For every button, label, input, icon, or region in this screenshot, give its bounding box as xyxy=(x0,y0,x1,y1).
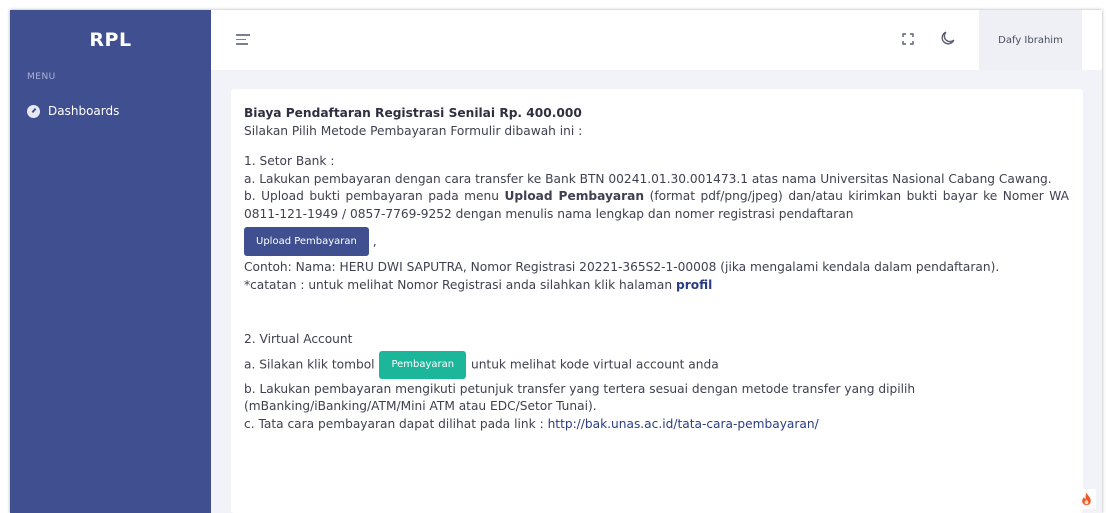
moon-icon[interactable] xyxy=(940,30,956,46)
note-text: *catatan : untuk melihat Nomor Registras… xyxy=(244,277,1069,295)
va-step-a-prefix: a. Silakan klik tombol xyxy=(244,357,379,372)
intro-text: Silakan Pilih Metode Pembayaran Formulir… xyxy=(244,123,583,138)
upload-button-row: Upload Pembayaran , xyxy=(244,224,1069,260)
example-text: Contoh: Nama: HERU DWI SAPUTRA, Nomor Re… xyxy=(244,260,1000,275)
page-title: Biaya Pendaftaran Registrasi Senilai Rp.… xyxy=(244,106,582,120)
profile-link[interactable]: profil xyxy=(676,278,712,292)
payment-button[interactable]: Pembayaran xyxy=(379,350,467,379)
bank-step-b-prefix: b. Upload bukti pembayaran pada menu xyxy=(244,189,505,204)
menu-section-label: MENU xyxy=(27,72,56,82)
va-heading: 2. Virtual Account xyxy=(244,332,353,347)
note-prefix: *catatan : untuk melihat Nomor Registras… xyxy=(244,277,676,292)
topbar: Dafy Ibrahim xyxy=(211,10,1102,70)
va-step-b: b. Lakukan pembayaran mengikuti petunjuk… xyxy=(244,381,916,414)
upload-menu-name: Upload Pembayaran xyxy=(504,189,645,204)
sidebar: RPL MENU Dashboards xyxy=(10,10,211,513)
bank-step-b: b. Upload bukti pembayaran pada menu Upl… xyxy=(244,188,1069,223)
hamburger-menu-icon[interactable] xyxy=(236,34,250,48)
va-step-c-prefix: c. Tata cara pembayaran dapat dilihat pa… xyxy=(244,416,548,431)
fullscreen-icon[interactable] xyxy=(902,33,914,45)
va-step-c: c. Tata cara pembayaran dapat dilihat pa… xyxy=(244,416,1069,434)
va-step-a-suffix: untuk melihat kode virtual account anda xyxy=(467,357,719,372)
fire-icon[interactable] xyxy=(1076,489,1096,509)
brand-logo[interactable]: RPL xyxy=(10,10,211,70)
payment-guide-link[interactable]: http://bak.unas.ac.id/tata-cara-pembayar… xyxy=(548,417,819,431)
upload-payment-button[interactable]: Upload Pembayaran xyxy=(244,226,369,257)
app-window: RPL MENU Dashboards Dafy Ibrahim Biaya P… xyxy=(10,10,1102,513)
sidebar-item-label: Dashboards xyxy=(48,104,120,118)
payment-info-card: Biaya Pendaftaran Registrasi Senilai Rp.… xyxy=(231,89,1083,513)
sidebar-item-dashboards[interactable]: Dashboards xyxy=(10,104,211,118)
user-menu[interactable]: Dafy Ibrahim xyxy=(979,10,1082,70)
bank-step-a: a. Lakukan pembayaran dengan cara transf… xyxy=(244,171,1052,186)
bank-heading: 1. Setor Bank : xyxy=(244,154,335,169)
user-name: Dafy Ibrahim xyxy=(998,34,1063,46)
gauge-icon xyxy=(27,104,40,118)
va-step-a: a. Silakan klik tombol Pembayaran untuk … xyxy=(244,349,1069,381)
upload-button-trailing: , xyxy=(372,233,377,248)
